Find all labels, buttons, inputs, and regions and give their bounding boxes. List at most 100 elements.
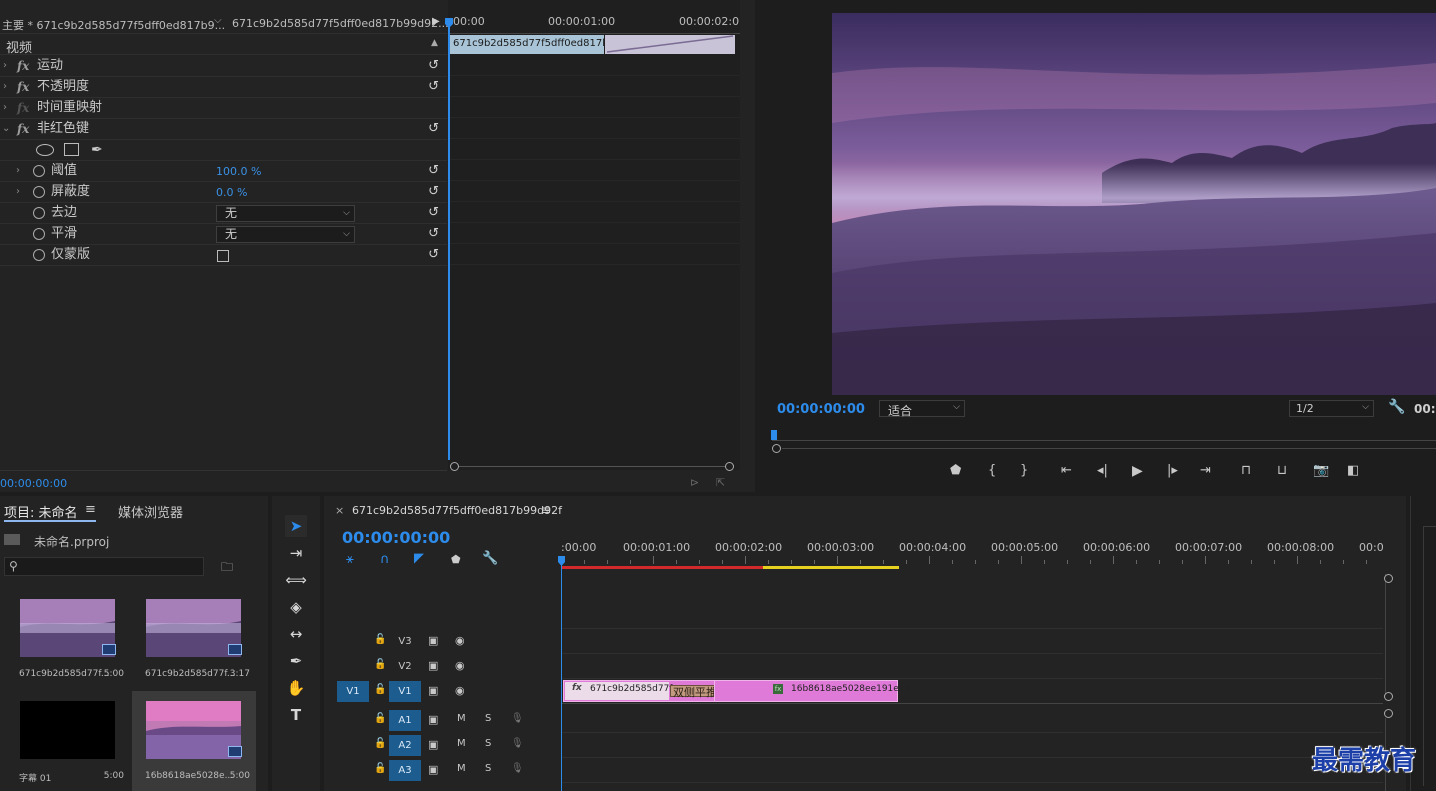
reset-icon[interactable]: ↺ bbox=[428, 77, 439, 97]
threshold-value[interactable]: 100.0 % bbox=[216, 162, 261, 182]
pen-tool-icon[interactable]: ✒ bbox=[285, 650, 307, 672]
smoothing-select[interactable]: 无 ⌵ bbox=[216, 226, 355, 243]
scroll-handle[interactable] bbox=[1384, 709, 1393, 718]
effect-row-time-remap[interactable]: › fx 时间重映射 bbox=[0, 98, 447, 119]
fx-icon[interactable]: fx bbox=[17, 119, 29, 139]
play-icon[interactable]: ▶ bbox=[1132, 463, 1143, 479]
stopwatch-icon[interactable] bbox=[33, 228, 45, 240]
lock-icon[interactable]: 🔓 bbox=[374, 763, 386, 774]
add-marker-icon[interactable]: ⬟ bbox=[950, 463, 961, 478]
camera-icon[interactable]: 📷 bbox=[1313, 463, 1329, 478]
chevron-down-icon[interactable]: ⌵ bbox=[214, 15, 222, 26]
stopwatch-icon[interactable] bbox=[33, 165, 45, 177]
hand-tool-icon[interactable]: ✋ bbox=[285, 677, 307, 699]
ec-playhead[interactable] bbox=[448, 18, 450, 460]
effect-row-opacity[interactable]: › fx 不透明度 ↺ bbox=[0, 77, 447, 98]
stopwatch-icon[interactable] bbox=[33, 207, 45, 219]
resolution-select[interactable]: 1/2 ⌵ bbox=[1289, 400, 1374, 417]
twirl-right-icon[interactable]: › bbox=[16, 182, 20, 202]
reset-icon[interactable]: ↺ bbox=[428, 245, 439, 265]
ripple-edit-tool-icon[interactable]: ⟺ bbox=[285, 569, 307, 591]
effect-row-non-red-key[interactable]: ⌄ fx 非红色键 ↺ bbox=[0, 119, 447, 140]
twirl-down-icon[interactable]: ⌄ bbox=[2, 119, 10, 139]
fit-select[interactable]: 适合 ⌵ bbox=[879, 400, 965, 418]
track-name[interactable]: A2 bbox=[389, 735, 421, 756]
project-item[interactable]: 671c9b2d585d77f... 3:17 bbox=[132, 589, 256, 689]
program-playhead[interactable] bbox=[771, 430, 777, 440]
new-bin-icon[interactable]: 🗀 bbox=[221, 558, 233, 579]
film-icon[interactable]: ▣ bbox=[428, 684, 438, 697]
lock-icon[interactable]: 🔓 bbox=[374, 684, 386, 695]
ec-zoom-handle-left[interactable] bbox=[450, 462, 459, 471]
lock-icon[interactable]: 🔓 bbox=[374, 634, 386, 645]
mark-out-icon[interactable]: } bbox=[1020, 463, 1028, 478]
track-name[interactable]: V1 bbox=[389, 681, 421, 702]
lock-icon[interactable]: 🔓 bbox=[374, 738, 386, 749]
play-only-icon[interactable]: ▶ bbox=[432, 16, 440, 27]
reset-icon[interactable]: ↺ bbox=[428, 56, 439, 76]
scroll-handle[interactable] bbox=[1384, 574, 1393, 583]
eye-icon[interactable]: ◉ bbox=[455, 684, 465, 697]
mic-icon[interactable]: 🎙 bbox=[511, 713, 524, 724]
twirl-right-icon[interactable]: › bbox=[3, 77, 7, 97]
go-to-in-icon[interactable]: ⇤ bbox=[1061, 463, 1072, 478]
timeline-playhead[interactable] bbox=[561, 558, 562, 791]
twirl-right-icon[interactable]: › bbox=[3, 98, 7, 118]
compare-icon[interactable]: ◧ bbox=[1347, 463, 1359, 478]
ec-sequence-label[interactable]: 671c9b2d585d77f5dff0ed817b99d92... bbox=[232, 17, 449, 30]
go-to-out-icon[interactable]: ⇥ bbox=[1200, 463, 1211, 478]
project-item-selected[interactable]: 16b8618ae5028e... 5:00 bbox=[132, 691, 256, 791]
twirl-right-icon[interactable]: › bbox=[3, 56, 7, 76]
ec-source-label[interactable]: 主要 * 671c9b2d585d77f5dff0ed817b9... bbox=[2, 17, 225, 33]
ec-timecode[interactable]: 00:00:00:00 bbox=[0, 477, 67, 490]
stopwatch-icon[interactable] bbox=[33, 249, 45, 261]
lock-icon[interactable]: 🔓 bbox=[374, 659, 386, 670]
nest-toggle-icon[interactable]: ⚹ bbox=[346, 552, 354, 567]
stopwatch-icon[interactable] bbox=[33, 186, 45, 198]
project-item[interactable]: 671c9b2d585d77f... 5:00 bbox=[6, 589, 130, 689]
film-icon[interactable]: ▣ bbox=[428, 738, 438, 751]
type-tool-icon[interactable]: T bbox=[285, 704, 307, 726]
mark-in-icon[interactable]: { bbox=[988, 463, 996, 478]
scroll-handle[interactable] bbox=[1384, 692, 1393, 701]
reset-icon[interactable]: ↺ bbox=[428, 161, 439, 181]
timeline-ruler[interactable]: :00:00 00:00:01:00 00:00:02:00 00:00:03:00 0… bbox=[561, 536, 1384, 570]
project-item[interactable]: 字幕 01 5:00 bbox=[6, 691, 130, 791]
reset-icon[interactable]: ↺ bbox=[428, 119, 439, 139]
close-tab-icon[interactable]: × bbox=[335, 504, 344, 517]
tab-project[interactable]: 项目: 未命名 bbox=[4, 502, 78, 521]
selection-tool-icon[interactable]: ➤ bbox=[285, 515, 307, 537]
solo-button[interactable]: S bbox=[485, 763, 491, 774]
add-marker-icon[interactable]: ⬟ bbox=[451, 553, 461, 566]
timeline-timecode[interactable]: 00:00:00:00 bbox=[342, 528, 450, 547]
rectangle-mask-icon[interactable] bbox=[64, 143, 79, 156]
panel-menu-icon[interactable]: ≡ bbox=[541, 503, 551, 517]
ec-zoom-track[interactable] bbox=[454, 466, 734, 467]
timeline-settings-wrench-icon[interactable]: 🔧 bbox=[482, 551, 498, 566]
solo-button[interactable]: S bbox=[485, 713, 491, 724]
timeline-clip-2[interactable]: fx 16b8618ae5028ee191e11 bbox=[714, 680, 910, 702]
reset-icon[interactable]: ↺ bbox=[428, 203, 439, 223]
lock-icon[interactable]: 🔓 bbox=[374, 713, 386, 724]
play-audio-icon[interactable]: ⊳ bbox=[690, 476, 699, 489]
fx-icon[interactable]: fx bbox=[17, 98, 29, 118]
solo-button[interactable]: S bbox=[485, 738, 491, 749]
program-video-frame[interactable] bbox=[832, 13, 1436, 395]
mask-only-checkbox[interactable] bbox=[217, 250, 229, 262]
source-patch-v1[interactable]: V1 bbox=[337, 681, 369, 702]
mic-icon[interactable]: 🎙 bbox=[511, 738, 524, 749]
film-icon[interactable]: ▣ bbox=[428, 634, 438, 647]
program-zoom-handle[interactable] bbox=[772, 444, 781, 453]
ec-transition-bar[interactable] bbox=[605, 35, 735, 54]
track-name[interactable]: V2 bbox=[389, 656, 421, 677]
lift-icon[interactable]: ⊓ bbox=[1241, 463, 1251, 478]
mute-button[interactable]: M bbox=[457, 763, 466, 774]
razor-tool-icon[interactable]: ◈ bbox=[285, 596, 307, 618]
panel-menu-icon[interactable]: ≡ bbox=[85, 502, 96, 517]
slip-tool-icon[interactable]: ↔ bbox=[285, 623, 307, 645]
project-search-input[interactable]: ⚲ bbox=[4, 557, 204, 576]
collapse-up-icon[interactable]: ▲ bbox=[431, 38, 438, 48]
reset-icon[interactable]: ↺ bbox=[428, 224, 439, 244]
fx-icon[interactable]: fx bbox=[17, 56, 29, 76]
mute-button[interactable]: M bbox=[457, 738, 466, 749]
